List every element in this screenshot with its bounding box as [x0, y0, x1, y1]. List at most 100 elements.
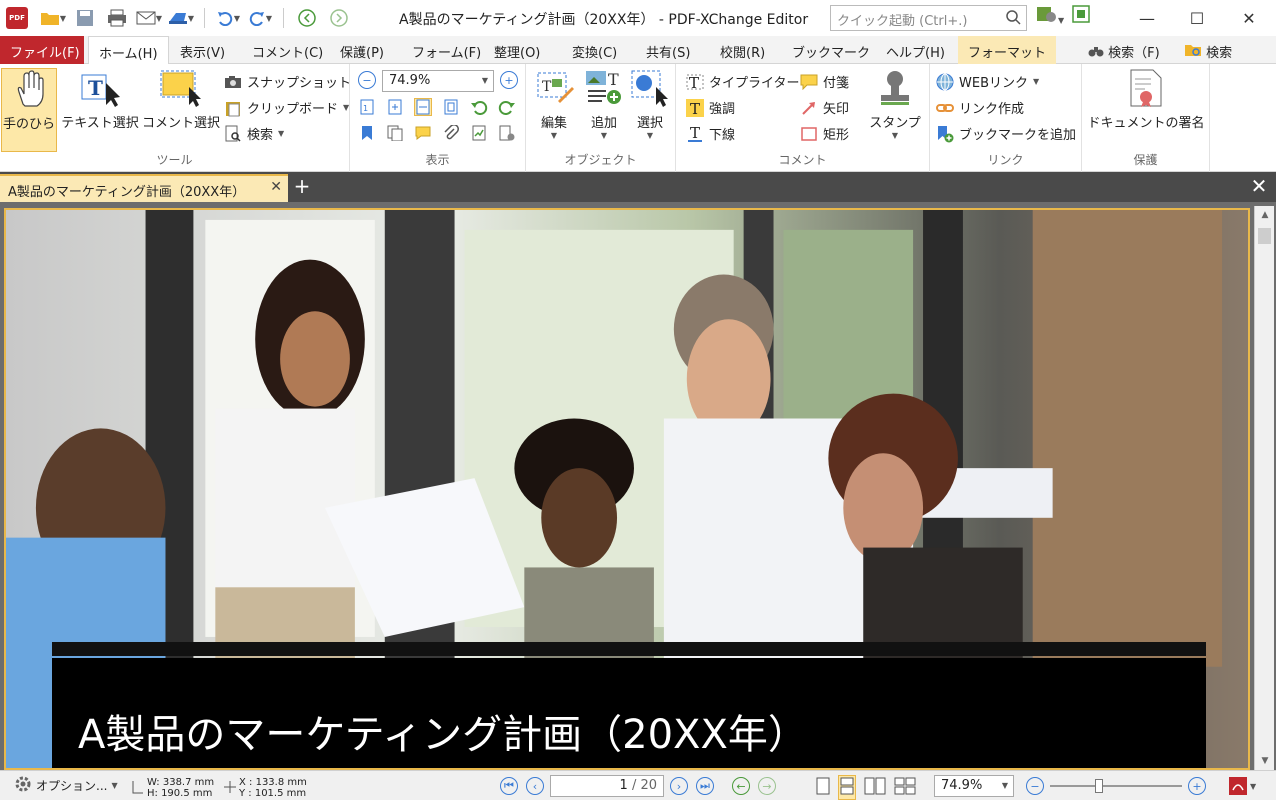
continuous-page-icon[interactable]: [838, 775, 856, 800]
fit-width-icon[interactable]: [414, 98, 432, 116]
link-chain-icon: [936, 99, 954, 117]
clipboard-button[interactable]: クリップボード ▼: [224, 98, 349, 117]
tab-organize[interactable]: 整理(O): [484, 36, 550, 64]
pages-icon[interactable]: [386, 124, 404, 142]
scan-icon[interactable]: ▼: [166, 5, 196, 31]
zoom-slider[interactable]: [1050, 779, 1182, 793]
zoom-in-icon[interactable]: +: [500, 71, 518, 89]
bookmark-icon[interactable]: [358, 124, 376, 142]
settings-icon[interactable]: ▼: [1036, 5, 1064, 27]
tab-share[interactable]: 共有(S): [636, 36, 700, 64]
web-link-button[interactable]: WEBリンク ▼: [936, 72, 1039, 91]
document-view[interactable]: A製品のマーケティング計画（20XX年） ▲ ▼: [0, 202, 1276, 770]
back-icon[interactable]: [292, 5, 322, 31]
properties-icon[interactable]: [498, 124, 516, 142]
pdf-tools-icon[interactable]: ▼: [1228, 776, 1256, 796]
search-button[interactable]: 検索: [1174, 36, 1242, 64]
save-icon[interactable]: [70, 5, 100, 31]
find-button[interactable]: 検索（F): [1078, 36, 1170, 64]
forward-icon[interactable]: [324, 5, 354, 31]
redo-icon[interactable]: ▼: [245, 5, 275, 31]
gear-icon: [14, 775, 32, 796]
rotate-right-icon[interactable]: [498, 98, 516, 116]
tab-convert[interactable]: 変換(C): [562, 36, 627, 64]
stamp-button[interactable]: スタンプ ▼: [866, 68, 924, 140]
pdf-page[interactable]: A製品のマーケティング計画（20XX年）: [4, 208, 1250, 770]
vertical-scrollbar[interactable]: ▲ ▼: [1254, 206, 1274, 770]
rectangle-button[interactable]: 矩形: [800, 124, 849, 143]
back-view-icon[interactable]: ←: [732, 777, 750, 795]
email-icon[interactable]: ▼: [134, 5, 164, 31]
zoom-select[interactable]: 74.9% ▼: [382, 70, 494, 92]
zoom-slider-handle[interactable]: [1095, 779, 1103, 793]
close-window-button[interactable]: ✕: [1224, 0, 1274, 36]
open-folder-icon[interactable]: ▼: [38, 5, 68, 31]
snapshot-button[interactable]: スナップショット: [224, 72, 351, 91]
sticky-note-button[interactable]: 付箋: [800, 72, 849, 91]
tab-file[interactable]: ファイル(F): [0, 36, 84, 64]
hand-tool-button[interactable]: 手のひら: [1, 68, 57, 152]
fullscreen-icon[interactable]: [1072, 5, 1090, 27]
menu-bar: ファイル(F) ホーム(H) 表示(V) コメント(C) 保護(P) フォーム(…: [0, 36, 1276, 65]
actual-size-icon[interactable]: 1: [358, 98, 376, 116]
two-page-continuous-icon[interactable]: [894, 777, 916, 798]
add-bookmark-button[interactable]: ブックマークを追加: [936, 124, 1076, 143]
zoom-in-status-icon[interactable]: +: [1188, 777, 1206, 795]
fit-page-icon[interactable]: [386, 98, 404, 116]
tab-protect[interactable]: 保護(P): [330, 36, 394, 64]
underline-button[interactable]: T 下線: [686, 124, 735, 143]
highlight-button[interactable]: T 強調: [686, 98, 735, 117]
scroll-thumb[interactable]: [1258, 228, 1271, 244]
status-zoom-select[interactable]: 74.9% ▼: [934, 775, 1014, 797]
text-select-button[interactable]: T テキスト選択: [60, 68, 140, 131]
minimize-button[interactable]: —: [1122, 0, 1172, 36]
last-page-icon[interactable]: ⏭: [696, 777, 714, 795]
first-page-icon[interactable]: ⏮: [500, 777, 518, 795]
next-page-icon[interactable]: ›: [670, 777, 688, 795]
comments-panel-icon[interactable]: [414, 124, 432, 142]
scroll-up-icon[interactable]: ▲: [1255, 206, 1275, 224]
print-icon[interactable]: [102, 5, 132, 31]
previous-page-icon[interactable]: ‹: [526, 777, 544, 795]
tab-view[interactable]: 表示(V): [170, 36, 235, 64]
zoom-out-status-icon[interactable]: −: [1026, 777, 1044, 795]
tab-format[interactable]: フォーマット: [958, 36, 1057, 64]
forward-view-icon[interactable]: →: [758, 777, 776, 795]
page-number-input[interactable]: 1 / 20: [550, 775, 664, 797]
tools-search-button[interactable]: 検索 ▼: [224, 124, 284, 143]
scroll-down-icon[interactable]: ▼: [1255, 752, 1275, 770]
tab-comment[interactable]: コメント(C): [242, 36, 333, 64]
rotate-left-icon[interactable]: [470, 98, 488, 116]
options-button[interactable]: オプション... ▼: [14, 775, 118, 796]
close-tab-icon[interactable]: ✕: [270, 179, 282, 195]
app-logo-icon[interactable]: PDF: [6, 7, 28, 29]
tab-review[interactable]: 校閲(R): [710, 36, 775, 64]
select-objects-button[interactable]: 選択 ▼: [628, 68, 672, 140]
two-page-icon[interactable]: [864, 777, 886, 798]
undo-icon[interactable]: ▼: [213, 5, 243, 31]
tab-help[interactable]: ヘルプ(H): [876, 36, 955, 64]
tab-home[interactable]: ホーム(H): [88, 36, 169, 65]
highlight-label: 強調: [709, 102, 736, 117]
attachment-icon[interactable]: [442, 124, 460, 142]
create-link-button[interactable]: リンク作成: [936, 98, 1024, 117]
close-all-tabs-button[interactable]: ✕: [1246, 174, 1272, 200]
quick-launch-input[interactable]: クイック起動 (Ctrl+.): [830, 5, 1027, 31]
add-objects-button[interactable]: T 追加 ▼: [582, 68, 626, 140]
tab-form[interactable]: フォーム(F): [402, 36, 491, 64]
fit-visible-icon[interactable]: [442, 98, 460, 116]
new-tab-button[interactable]: +: [290, 174, 314, 200]
signatures-icon[interactable]: [470, 124, 488, 142]
comment-select-label: コメント選択: [142, 116, 221, 131]
zoom-out-icon[interactable]: −: [358, 71, 376, 89]
typewriter-button[interactable]: T タイプライター: [686, 72, 799, 91]
arrow-button[interactable]: 矢印: [800, 98, 849, 117]
tab-bookmark[interactable]: ブックマーク: [782, 36, 880, 64]
sign-document-button[interactable]: ドキュメントの署名: [1086, 68, 1206, 131]
svg-text:T: T: [88, 76, 103, 100]
maximize-button[interactable]: ☐: [1172, 0, 1222, 36]
single-page-icon[interactable]: [816, 777, 830, 798]
document-tab[interactable]: A製品のマーケティング計画（20XX年） ✕: [0, 174, 288, 202]
comment-select-button[interactable]: コメント選択: [142, 68, 220, 131]
edit-objects-button[interactable]: T 編集 ▼: [532, 68, 576, 140]
